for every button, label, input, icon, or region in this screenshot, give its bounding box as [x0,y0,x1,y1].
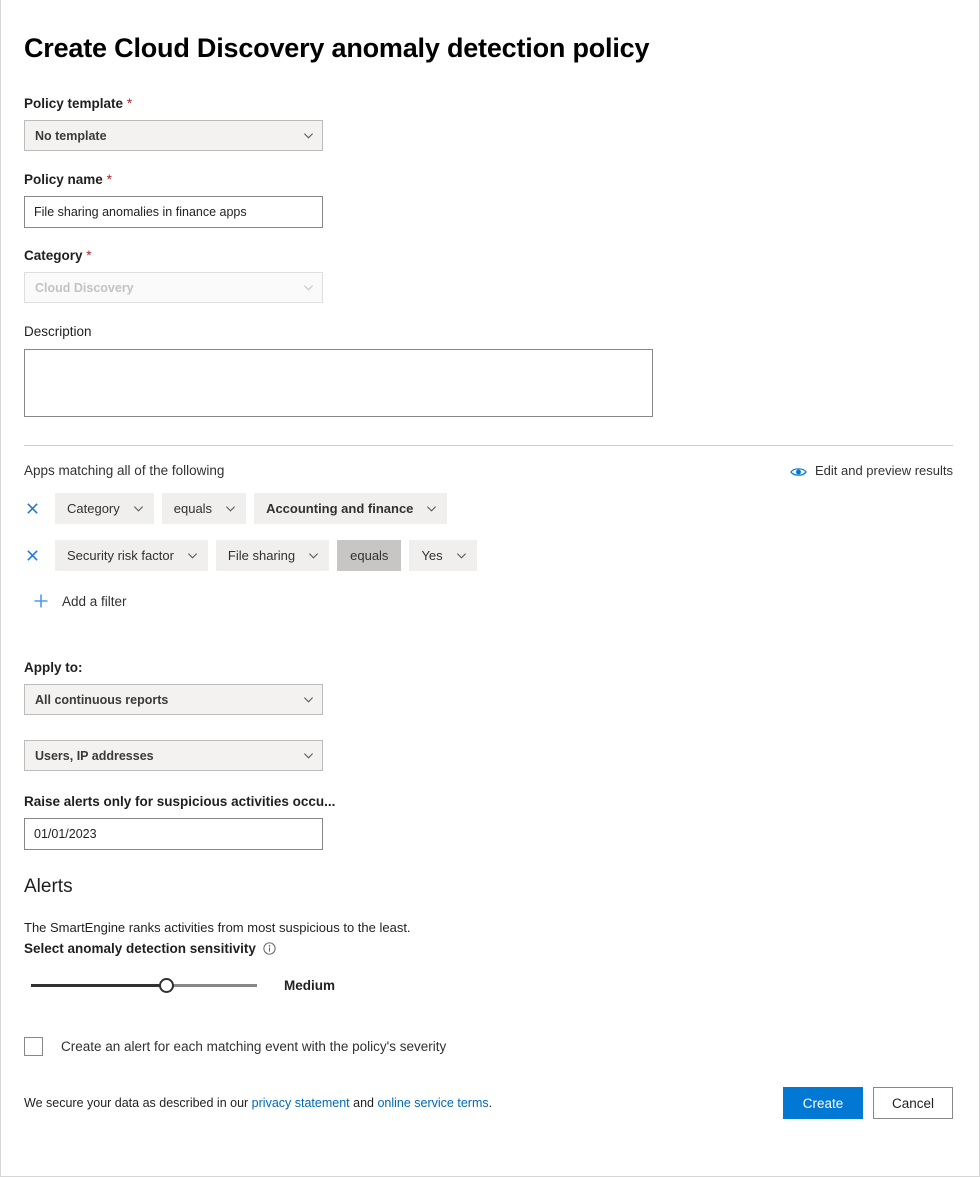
alert-per-event-label: Create an alert for each matching event … [61,1039,446,1054]
policy-name-field: Policy name * [24,172,956,228]
raise-alerts-label: Raise alerts only for suspicious activit… [24,794,956,810]
online-service-terms-link[interactable]: online service terms [377,1096,488,1110]
chevron-down-icon [187,550,198,561]
filter-value-pill[interactable]: Yes [409,540,476,571]
raise-alerts-field: Raise alerts only for suspicious activit… [24,794,956,850]
category-value: Cloud Discovery [35,281,303,295]
edit-preview-results-link[interactable]: Edit and preview results [790,463,953,478]
description-textarea[interactable] [24,349,653,417]
description-label: Description [24,324,956,340]
alert-per-event-row: Create an alert for each matching event … [24,1037,956,1056]
section-divider [24,445,953,446]
filter-operator-label: equals [174,501,212,516]
filter-field-label: Category [67,501,120,516]
cancel-button[interactable]: Cancel [873,1087,953,1119]
chevron-down-icon [303,282,314,293]
raise-alerts-date-input[interactable] [24,818,323,850]
chevron-down-icon [456,550,467,561]
policy-name-label-text: Policy name [24,172,103,187]
sensitivity-value-label: Medium [284,978,335,993]
description-field: Description [24,324,956,417]
edit-preview-results-label: Edit and preview results [815,463,953,478]
filter-field-label: Security risk factor [67,548,174,563]
apply-to-targets-value: Users, IP addresses [35,749,303,763]
filter-value-label: Yes [421,548,442,563]
apply-to-reports-value: All continuous reports [35,693,303,707]
chevron-down-icon [133,503,144,514]
chevron-down-icon [303,694,314,705]
filter-operator-pill[interactable]: equals [162,493,246,524]
filter-value-label: Accounting and finance [266,501,413,516]
page-title: Create Cloud Discovery anomaly detection… [24,0,956,64]
filter-operator-label: equals [350,548,388,563]
slider-thumb[interactable] [159,978,174,993]
chevron-down-icon [303,750,314,761]
sensitivity-slider[interactable] [31,975,257,995]
apply-to-field: Apply to: All continuous reports Users, … [24,660,956,771]
footer: We secure your data as described in our … [24,1087,953,1119]
policy-name-input[interactable] [24,196,323,228]
category-dropdown: Cloud Discovery [24,272,323,303]
category-field: Category * Cloud Discovery [24,248,956,303]
legal-prefix: We secure your data as described in our [24,1096,252,1110]
required-asterisk: * [86,248,91,263]
sensitivity-label: Select anomaly detection sensitivity [24,940,956,957]
smartengine-description: The SmartEngine ranks activities from mo… [24,920,956,936]
required-asterisk: * [107,172,112,187]
slider-track-filled [31,984,167,987]
add-filter-label: Add a filter [62,594,127,609]
chevron-down-icon [308,550,319,561]
apply-to-targets-dropdown[interactable]: Users, IP addresses [24,740,323,771]
filter-row: Security risk factor File sharing equals… [24,540,956,571]
filters-header: Apps matching all of the following Edit … [24,463,953,478]
chevron-down-icon [225,503,236,514]
policy-template-dropdown[interactable]: No template [24,120,323,151]
apply-to-reports-dropdown[interactable]: All continuous reports [24,684,323,715]
alerts-section-title: Alerts [24,876,956,898]
apply-to-label: Apply to: [24,660,956,676]
required-asterisk: * [127,96,132,111]
legal-middle: and [350,1096,378,1110]
eye-icon [790,465,807,477]
filter-field-pill[interactable]: Category [55,493,154,524]
filter-row: Category equals Accounting and finance [24,493,956,524]
info-circle-icon[interactable] [263,942,276,955]
filter-subfield-pill[interactable]: File sharing [216,540,329,571]
add-filter-button[interactable]: Add a filter [33,593,127,610]
policy-template-label: Policy template * [24,96,956,112]
legal-text: We secure your data as described in our … [24,1096,492,1110]
category-label-text: Category [24,248,83,263]
filters-title: Apps matching all of the following [24,463,224,478]
category-label: Category * [24,248,956,264]
footer-buttons: Create Cancel [783,1087,953,1119]
policy-template-value: No template [35,129,303,143]
sensitivity-label-text: Select anomaly detection sensitivity [24,940,256,957]
alert-per-event-checkbox[interactable] [24,1037,43,1056]
filter-operator-pill: equals [337,540,401,571]
create-button[interactable]: Create [783,1087,863,1119]
policy-template-label-text: Policy template [24,96,123,111]
filter-subfield-label: File sharing [228,548,295,563]
filter-field-pill[interactable]: Security risk factor [55,540,208,571]
legal-suffix: . [489,1096,492,1110]
policy-template-field: Policy template * No template [24,96,956,151]
policy-name-label: Policy name * [24,172,956,188]
filter-value-pill[interactable]: Accounting and finance [254,493,447,524]
create-policy-panel: Create Cloud Discovery anomaly detection… [0,0,980,1177]
chevron-down-icon [303,130,314,141]
close-x-icon[interactable] [24,500,41,517]
privacy-statement-link[interactable]: privacy statement [252,1096,350,1110]
close-x-icon[interactable] [24,547,41,564]
sensitivity-slider-row: Medium [24,975,956,995]
plus-icon [33,593,50,610]
chevron-down-icon [426,503,437,514]
